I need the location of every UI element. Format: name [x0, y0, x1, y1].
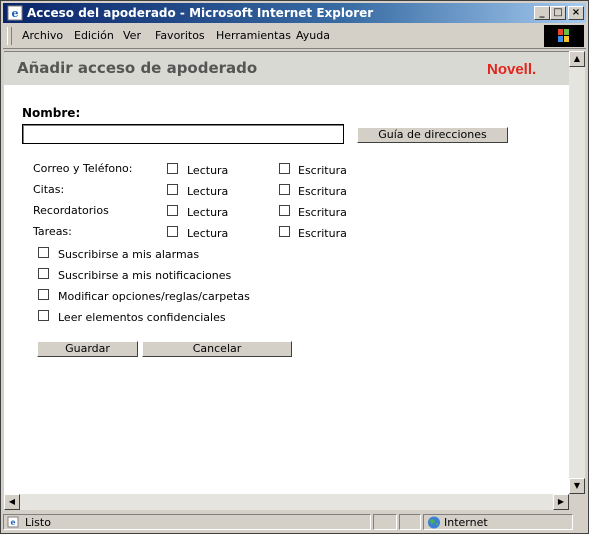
- citas-write-checkbox[interactable]: [279, 184, 290, 195]
- tareas-write-label: Escritura: [298, 227, 347, 240]
- close-button[interactable]: ×: [568, 6, 584, 20]
- zone-text: Internet: [444, 516, 488, 529]
- minimize-button[interactable]: _: [534, 6, 550, 20]
- alarms-label: Suscribirse a mis alarmas: [58, 248, 200, 261]
- correo-write-label: Escritura: [298, 164, 347, 177]
- menu-ayuda[interactable]: Ayuda: [296, 29, 330, 42]
- notifications-checkbox[interactable]: [38, 268, 49, 279]
- scroll-down-button[interactable]: ▼: [569, 478, 585, 494]
- page-header: Añadir acceso de apoderado Novell.: [4, 52, 569, 85]
- address-book-button[interactable]: Guía de direcciones: [357, 127, 508, 143]
- recordatorios-write-checkbox[interactable]: [279, 205, 290, 216]
- menu-edicion[interactable]: Edición: [74, 29, 114, 42]
- confidential-label: Leer elementos confidenciales: [58, 311, 226, 324]
- tareas-write-checkbox[interactable]: [279, 226, 290, 237]
- internet-explorer-icon: e: [7, 5, 23, 21]
- status-text: Listo: [25, 516, 51, 529]
- row-label-tareas: Tareas:: [33, 225, 72, 238]
- name-label: Nombre:: [22, 106, 81, 120]
- citas-read-checkbox[interactable]: [167, 184, 178, 195]
- confidential-checkbox[interactable]: [38, 310, 49, 321]
- recordatorios-read-checkbox[interactable]: [167, 205, 178, 216]
- menu-herramientas[interactable]: Herramientas: [216, 29, 291, 42]
- menu-ver[interactable]: Ver: [123, 29, 141, 42]
- correo-write-checkbox[interactable]: [279, 163, 290, 174]
- horizontal-scrollbar[interactable]: ◀ ▶: [4, 494, 569, 510]
- row-label-correo: Correo y Teléfono:: [33, 162, 133, 175]
- scroll-left-button[interactable]: ◀: [4, 494, 20, 510]
- correo-read-checkbox[interactable]: [167, 163, 178, 174]
- toolbar-grip[interactable]: [7, 27, 12, 45]
- novell-logo: Novell.: [487, 61, 537, 78]
- save-button[interactable]: Guardar: [37, 341, 138, 357]
- citas-read-label: Lectura: [187, 185, 229, 198]
- status-panel-main: e Listo: [3, 514, 371, 530]
- scroll-up-button[interactable]: ▲: [569, 51, 585, 67]
- correo-read-label: Lectura: [187, 164, 229, 177]
- svg-text:e: e: [10, 517, 15, 527]
- recordatorios-read-label: Lectura: [187, 206, 229, 219]
- title-bar[interactable]: e Acceso del apoderado - Microsoft Inter…: [3, 3, 586, 23]
- menu-archivo[interactable]: Archivo: [22, 29, 63, 42]
- page-viewport: Añadir acceso de apoderado Novell. Nombr…: [4, 51, 569, 495]
- window-title: Acceso del apoderado - Microsoft Interne…: [27, 6, 374, 20]
- modify-options-checkbox[interactable]: [38, 289, 49, 300]
- row-label-recordatorios: Recordatorios: [33, 204, 109, 217]
- scroll-right-button[interactable]: ▶: [553, 494, 569, 510]
- menu-bar: Archivo Edición Ver Favoritos Herramient…: [3, 24, 586, 49]
- tareas-read-label: Lectura: [187, 227, 229, 240]
- maximize-button[interactable]: □: [550, 6, 566, 20]
- status-bar: e Listo Internet: [3, 512, 586, 532]
- name-input[interactable]: [22, 124, 344, 144]
- menu-favoritos[interactable]: Favoritos: [155, 29, 205, 42]
- cancel-button[interactable]: Cancelar: [142, 341, 292, 357]
- page-icon: e: [7, 516, 19, 528]
- globe-icon: [428, 516, 440, 529]
- alarms-checkbox[interactable]: [38, 247, 49, 258]
- vertical-scrollbar[interactable]: ▲ ▼: [569, 51, 585, 494]
- row-label-citas: Citas:: [33, 183, 65, 196]
- citas-write-label: Escritura: [298, 185, 347, 198]
- tareas-read-checkbox[interactable]: [167, 226, 178, 237]
- status-panel-2: [399, 514, 421, 530]
- modify-options-label: Modificar opciones/reglas/carpetas: [58, 290, 250, 303]
- page-title: Añadir acceso de apoderado: [17, 59, 258, 77]
- recordatorios-write-label: Escritura: [298, 206, 347, 219]
- windows-logo-icon: [544, 25, 584, 47]
- status-panel-1: [373, 514, 397, 530]
- svg-text:e: e: [12, 7, 19, 20]
- notifications-label: Suscribirse a mis notificaciones: [58, 269, 232, 282]
- zone-panel: Internet: [423, 514, 573, 530]
- browser-window: e Acceso del apoderado - Microsoft Inter…: [0, 0, 589, 534]
